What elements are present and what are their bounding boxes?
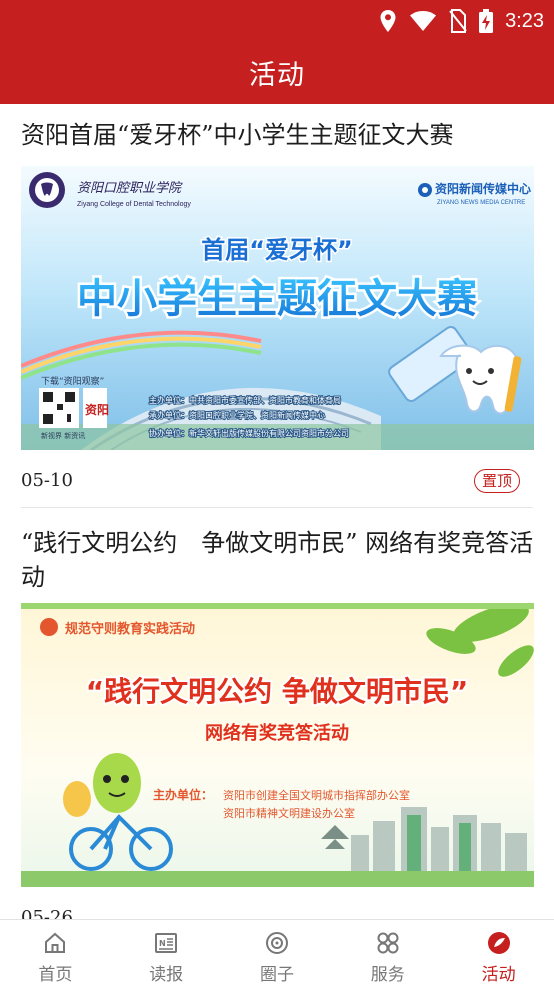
- banner-slogan: 新视界 新资讯: [41, 431, 85, 440]
- tab-label: 读报: [149, 965, 184, 985]
- services-grid-icon: [377, 932, 399, 954]
- banner-org-cn: 资阳口腔职业学院: [77, 180, 183, 196]
- banner-line: 协办单位：新华文轩出版传媒股份有限公司资阳市分公司: [149, 428, 349, 438]
- activity-feed[interactable]: 资阳 首届“爱牙杯” 中小学生主题征文大赛 资阳口腔职业学院 Ziyang Coll…: [0, 104, 554, 919]
- article-banner[interactable]: 资阳口腔职业学院 Ziyang College of Dental Techno…: [21, 166, 534, 450]
- article-date: 05-10: [21, 470, 73, 491]
- status-time: 3:23: [505, 9, 544, 32]
- article-banner[interactable]: 规范守则教育实践活动 “践行文明公约 争做文明市民” 网络有奖竞答活动 主办单位…: [21, 603, 534, 887]
- banner-subtitle: 首届“爱牙杯”: [201, 236, 353, 264]
- tab-label: 圈子: [259, 965, 294, 985]
- status-bar: 3:23: [0, 0, 554, 40]
- article-title[interactable]: 资阳首届“爱牙杯”中小学生主题征文大赛: [21, 118, 536, 152]
- banner-host: 资阳市精神文明建设办公室: [223, 806, 355, 820]
- article-date: 05-26: [21, 907, 73, 919]
- banner-line: 主办单位：中共资阳市委宣传部、资阳市教育和体育局: [149, 395, 341, 405]
- no-sim-icon: [449, 9, 467, 33]
- activity-card[interactable]: “践行文明公约 争做文明市民” 网络有奖竞答活动 规范守则教育实践活动 “践行文…: [0, 508, 554, 919]
- banner-host-label: 主办单位：: [153, 787, 213, 802]
- tab-newspaper[interactable]: N 读报: [111, 920, 222, 987]
- banner-line: 承办单位：资阳口腔职业学院、资阳新闻传媒中心: [149, 410, 325, 420]
- newspaper-icon: N: [155, 933, 178, 953]
- banner-app-logo: 资阳: [85, 402, 109, 417]
- pinned-badge: 置顶: [473, 469, 520, 493]
- banner-headline: “践行文明公约 争做文明市民”: [86, 675, 469, 708]
- tab-activity[interactable]: 活动: [443, 920, 554, 987]
- home-icon: [45, 932, 66, 953]
- wifi-icon: [410, 11, 437, 31]
- banner-headline: 中小学生主题征文大赛: [77, 276, 478, 322]
- banner-tag: 规范守则教育实践活动: [65, 621, 195, 637]
- banner-host: 资阳市创建全国文明城市指挥部办公室: [223, 788, 410, 802]
- article-title[interactable]: “践行文明公约 争做文明市民” 网络有奖竞答活动: [21, 526, 536, 594]
- banner-image: 资阳口腔职业学院 Ziyang College of Dental Techno…: [21, 166, 534, 450]
- banner-download: 下载“资阳观察”: [41, 375, 104, 387]
- activity-card[interactable]: 资阳 首届“爱牙杯” 中小学生主题征文大赛 资阳口腔职业学院 Ziyang Coll…: [0, 104, 554, 508]
- app-header: 活动: [0, 40, 554, 104]
- tab-label: 服务: [370, 965, 405, 985]
- tab-home[interactable]: 首页: [0, 920, 111, 987]
- banner-org-en: Ziyang College of Dental Technology: [77, 201, 191, 208]
- bottom-tab-bar: 首页 N 读报 圈子 服务 活动: [0, 919, 554, 987]
- banner-subtitle: 网络有奖竞答活动: [205, 722, 349, 744]
- location-icon: [380, 10, 396, 32]
- banner-media-cn: 资阳新闻传媒中心: [435, 181, 531, 196]
- battery-charging-icon: [479, 9, 494, 33]
- tab-label: 活动: [481, 965, 516, 985]
- circle-icon: [265, 932, 288, 954]
- banner-image: 规范守则教育实践活动 “践行文明公约 争做文明市民” 网络有奖竞答活动 主办单位…: [21, 603, 534, 887]
- tab-label: 首页: [38, 965, 73, 985]
- svg-text:N: N: [159, 939, 166, 948]
- activity-icon: [487, 932, 510, 954]
- banner-media-en: ZIYANG NEWS MEDIA CENTRE: [437, 200, 525, 206]
- tab-circle[interactable]: 圈子: [222, 920, 333, 987]
- page-title: 活动: [249, 59, 305, 91]
- tab-services[interactable]: 服务: [332, 920, 443, 987]
